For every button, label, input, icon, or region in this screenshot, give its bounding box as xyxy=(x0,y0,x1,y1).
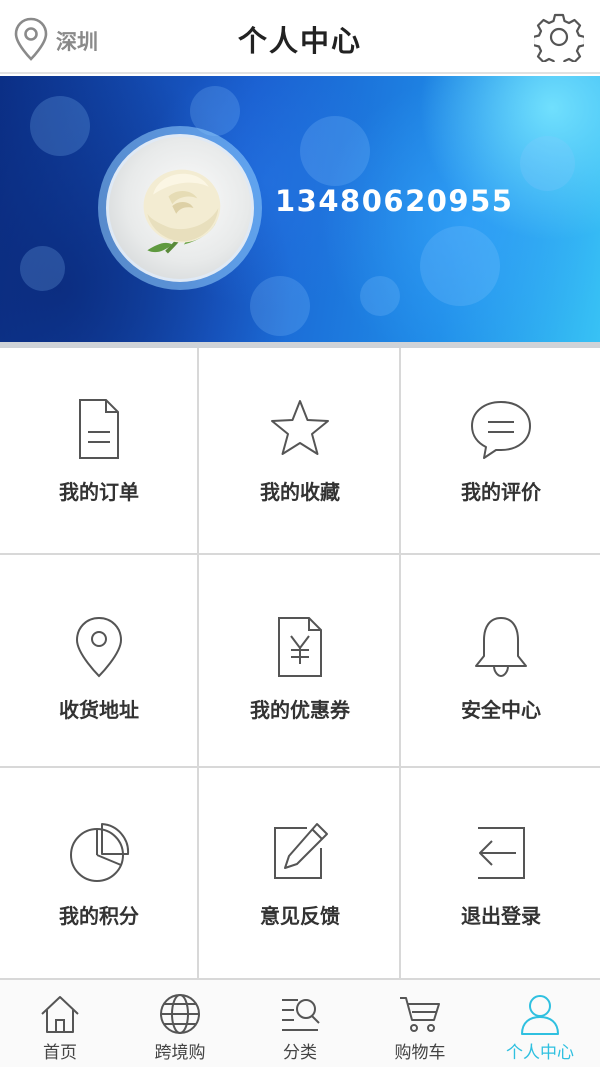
menu-item-label: 我的优惠券 xyxy=(250,698,350,722)
tab-profile[interactable]: 个人中心 xyxy=(480,980,600,1067)
tab-category[interactable]: 分类 xyxy=(240,980,360,1067)
rose-image xyxy=(143,169,221,254)
pie-chart-icon xyxy=(70,823,130,882)
tab-label: 跨境购 xyxy=(154,1043,206,1063)
grid-divider xyxy=(0,553,600,555)
menu-item-coupons[interactable]: 我的优惠券 xyxy=(200,614,400,723)
location-label: 深圳 xyxy=(56,30,98,54)
user-icon xyxy=(521,995,559,1035)
category-search-icon xyxy=(282,999,320,1031)
cart-icon xyxy=(400,997,440,1032)
chat-bubble-icon xyxy=(471,401,531,459)
tab-label: 个人中心 xyxy=(506,1043,574,1063)
tab-home[interactable]: 首页 xyxy=(0,980,120,1067)
menu-item-label: 我的积分 xyxy=(59,904,139,928)
grid-divider xyxy=(0,766,600,768)
grid-divider xyxy=(399,348,401,978)
tab-cart[interactable]: 购物车 xyxy=(360,980,480,1067)
menu-item-label: 意见反馈 xyxy=(260,904,340,928)
coupon-icon xyxy=(278,617,322,677)
tab-cross-border[interactable]: 跨境购 xyxy=(120,980,240,1067)
menu-item-label: 安全中心 xyxy=(461,698,541,722)
location-pin-icon xyxy=(14,17,48,61)
menu-grid: 我的订单 我的收藏 我的评价 收货地址 我的优惠券 安全中心 我的积分 意见反馈… xyxy=(0,348,600,978)
location-selector[interactable]: 深圳 xyxy=(12,16,98,62)
location-pin-icon xyxy=(75,616,123,678)
tab-label: 首页 xyxy=(43,1043,77,1063)
star-icon xyxy=(271,400,329,455)
menu-item-label: 退出登录 xyxy=(461,904,541,928)
menu-item-label: 我的收藏 xyxy=(260,480,340,504)
menu-item-security[interactable]: 安全中心 xyxy=(402,614,600,723)
menu-item-feedback[interactable]: 意见反馈 xyxy=(200,820,400,929)
menu-item-favorites[interactable]: 我的收藏 xyxy=(200,396,400,505)
bell-icon xyxy=(475,617,527,678)
menu-item-points[interactable]: 我的积分 xyxy=(0,820,198,929)
top-bar: 深圳 个人中心 xyxy=(0,0,600,74)
avatar[interactable] xyxy=(106,134,254,282)
home-icon xyxy=(41,996,79,1033)
menu-item-address[interactable]: 收货地址 xyxy=(0,614,198,723)
user-phone-number: 13480620955 xyxy=(275,184,514,218)
edit-icon xyxy=(274,823,328,879)
menu-item-logout[interactable]: 退出登录 xyxy=(402,820,600,929)
logout-icon xyxy=(478,827,525,879)
grid-divider xyxy=(197,348,199,978)
tab-label: 购物车 xyxy=(394,1043,446,1063)
bottom-tab-bar: 首页 跨境购 分类 购物车 个人中心 xyxy=(0,978,600,1067)
menu-item-label: 收货地址 xyxy=(59,698,139,722)
document-icon xyxy=(79,399,119,459)
menu-item-label: 我的评价 xyxy=(461,480,541,504)
menu-item-reviews[interactable]: 我的评价 xyxy=(402,396,600,505)
gear-icon[interactable] xyxy=(534,12,584,62)
tab-label: 分类 xyxy=(283,1043,317,1063)
menu-item-orders[interactable]: 我的订单 xyxy=(0,396,198,505)
menu-item-label: 我的订单 xyxy=(59,480,139,504)
globe-icon xyxy=(160,994,200,1034)
